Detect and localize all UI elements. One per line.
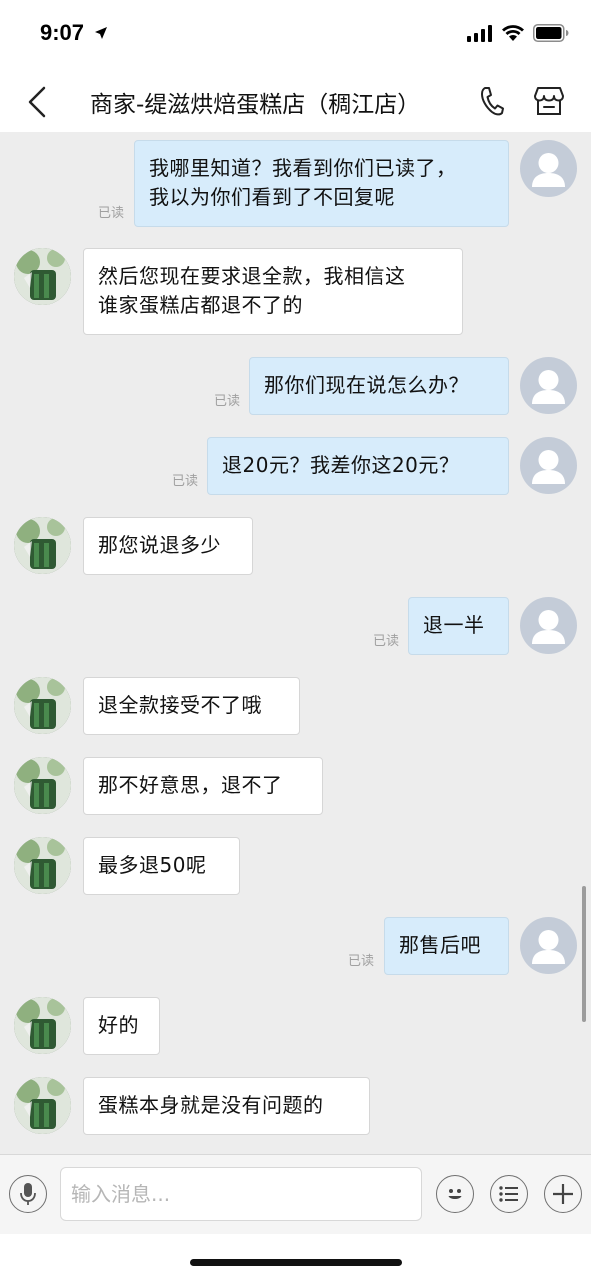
nav-bar: 商家-缇滋烘焙蛋糕店（稠江店） bbox=[0, 72, 591, 132]
message-text-line: 那售后吧 bbox=[399, 933, 481, 957]
user-avatar[interactable] bbox=[520, 597, 577, 654]
user-avatar[interactable] bbox=[520, 357, 577, 414]
home-indicator[interactable] bbox=[190, 1259, 402, 1266]
user-avatar[interactable] bbox=[520, 437, 577, 494]
phone-icon[interactable] bbox=[476, 84, 506, 118]
read-status: 已读 bbox=[373, 634, 400, 649]
chat-title: 商家-缇滋烘焙蛋糕店（稠江店） bbox=[90, 92, 421, 118]
battery-icon bbox=[533, 24, 569, 42]
shop-avatar[interactable] bbox=[14, 997, 71, 1054]
microphone-icon bbox=[20, 1183, 36, 1205]
message-text-line: 那你们现在说怎么办？ bbox=[264, 373, 469, 397]
shop-avatar[interactable] bbox=[14, 1077, 71, 1134]
shop-avatar-image bbox=[14, 997, 71, 1054]
message-bubble-outgoing[interactable]: 那你们现在说怎么办？ bbox=[249, 357, 509, 415]
message-input[interactable] bbox=[60, 1167, 422, 1221]
location-arrow-icon bbox=[95, 27, 107, 39]
chat-screen: 9:07 商家-缇滋烘焙蛋糕店（稠江店） 已读 我哪里知道？我看到你们已读了， … bbox=[0, 0, 591, 1279]
read-status: 已读 bbox=[214, 394, 241, 409]
emoji-icon bbox=[448, 1189, 462, 1199]
message-text-line: 退全款接受不了哦 bbox=[98, 693, 262, 717]
message-bubble-incoming[interactable]: 好的 bbox=[83, 997, 160, 1055]
menu-button[interactable] bbox=[490, 1175, 528, 1213]
shop-avatar-image bbox=[14, 837, 71, 894]
shop-avatar[interactable] bbox=[14, 677, 71, 734]
status-time: 9:07 bbox=[40, 20, 85, 45]
message-text-line: 蛋糕本身就是没有问题的 bbox=[98, 1093, 324, 1117]
shop-avatar-image bbox=[14, 757, 71, 814]
read-status: 已读 bbox=[348, 954, 375, 969]
shop-icon[interactable] bbox=[532, 84, 566, 118]
message-text-line: 退20元？我差你这20元？ bbox=[222, 453, 460, 477]
message-text-line: 好的 bbox=[98, 1013, 139, 1037]
default-avatar-icon bbox=[532, 153, 565, 187]
shop-avatar-image bbox=[14, 248, 71, 305]
message-text-line: 退一半 bbox=[423, 613, 485, 637]
message-text-line: 然后您现在要求退全款，我相信这 bbox=[98, 264, 406, 288]
wifi-icon bbox=[502, 25, 524, 41]
shop-avatar[interactable] bbox=[14, 837, 71, 894]
message-text-line: 那您说退多少 bbox=[98, 533, 221, 557]
default-avatar-icon bbox=[532, 930, 565, 964]
message-bubble-incoming[interactable]: 那不好意思，退不了 bbox=[83, 757, 323, 815]
shop-avatar[interactable] bbox=[14, 757, 71, 814]
message-text-line: 最多退50呢 bbox=[98, 853, 207, 877]
message-bubble-incoming[interactable]: 最多退50呢 bbox=[83, 837, 240, 895]
message-text-line: 我以为你们看到了不回复呢 bbox=[149, 185, 395, 209]
default-avatar-icon bbox=[532, 370, 565, 404]
chat-scrollbar[interactable] bbox=[582, 886, 586, 1022]
user-avatar[interactable] bbox=[520, 140, 577, 197]
message-bubble-outgoing[interactable]: 退一半 bbox=[408, 597, 509, 655]
voice-button[interactable] bbox=[9, 1175, 47, 1213]
read-status: 已读 bbox=[172, 474, 199, 489]
shop-avatar-image bbox=[14, 1077, 71, 1134]
status-icons bbox=[467, 24, 569, 42]
list-menu-icon bbox=[499, 1186, 518, 1202]
default-avatar-icon bbox=[532, 610, 565, 644]
message-text-line: 那不好意思，退不了 bbox=[98, 773, 283, 797]
message-bubble-outgoing[interactable]: 退20元？我差你这20元？ bbox=[207, 437, 509, 495]
read-status: 已读 bbox=[98, 206, 125, 221]
status-bar: 9:07 bbox=[0, 0, 591, 72]
plus-icon bbox=[553, 1184, 573, 1204]
emoji-button[interactable] bbox=[436, 1175, 474, 1213]
message-bubble-outgoing[interactable]: 我哪里知道？我看到你们已读了， 我以为你们看到了不回复呢 bbox=[134, 140, 509, 227]
add-button[interactable] bbox=[544, 1175, 582, 1213]
signal-icon bbox=[467, 25, 492, 42]
message-bubble-incoming[interactable]: 退全款接受不了哦 bbox=[83, 677, 300, 735]
shop-avatar[interactable] bbox=[14, 517, 71, 574]
shop-avatar[interactable] bbox=[14, 248, 71, 305]
message-text-line: 谁家蛋糕店都退不了的 bbox=[98, 293, 303, 317]
shop-avatar-image bbox=[14, 517, 71, 574]
user-avatar[interactable] bbox=[520, 917, 577, 974]
shop-avatar-image bbox=[14, 677, 71, 734]
message-bubble-incoming[interactable]: 那您说退多少 bbox=[83, 517, 253, 575]
bottom-safe-area bbox=[0, 1234, 591, 1279]
message-input-bar bbox=[0, 1154, 591, 1235]
chat-message-list[interactable]: 已读 我哪里知道？我看到你们已读了， 我以为你们看到了不回复呢 然后您现在要求退… bbox=[0, 132, 591, 1154]
message-bubble-incoming[interactable]: 然后您现在要求退全款，我相信这 谁家蛋糕店都退不了的 bbox=[83, 248, 463, 335]
message-bubble-outgoing[interactable]: 那售后吧 bbox=[384, 917, 509, 975]
message-text-line: 我哪里知道？我看到你们已读了， bbox=[149, 156, 457, 180]
default-avatar-icon bbox=[532, 450, 565, 484]
message-bubble-incoming[interactable]: 蛋糕本身就是没有问题的 bbox=[83, 1077, 370, 1135]
back-chevron-icon[interactable] bbox=[22, 84, 52, 120]
